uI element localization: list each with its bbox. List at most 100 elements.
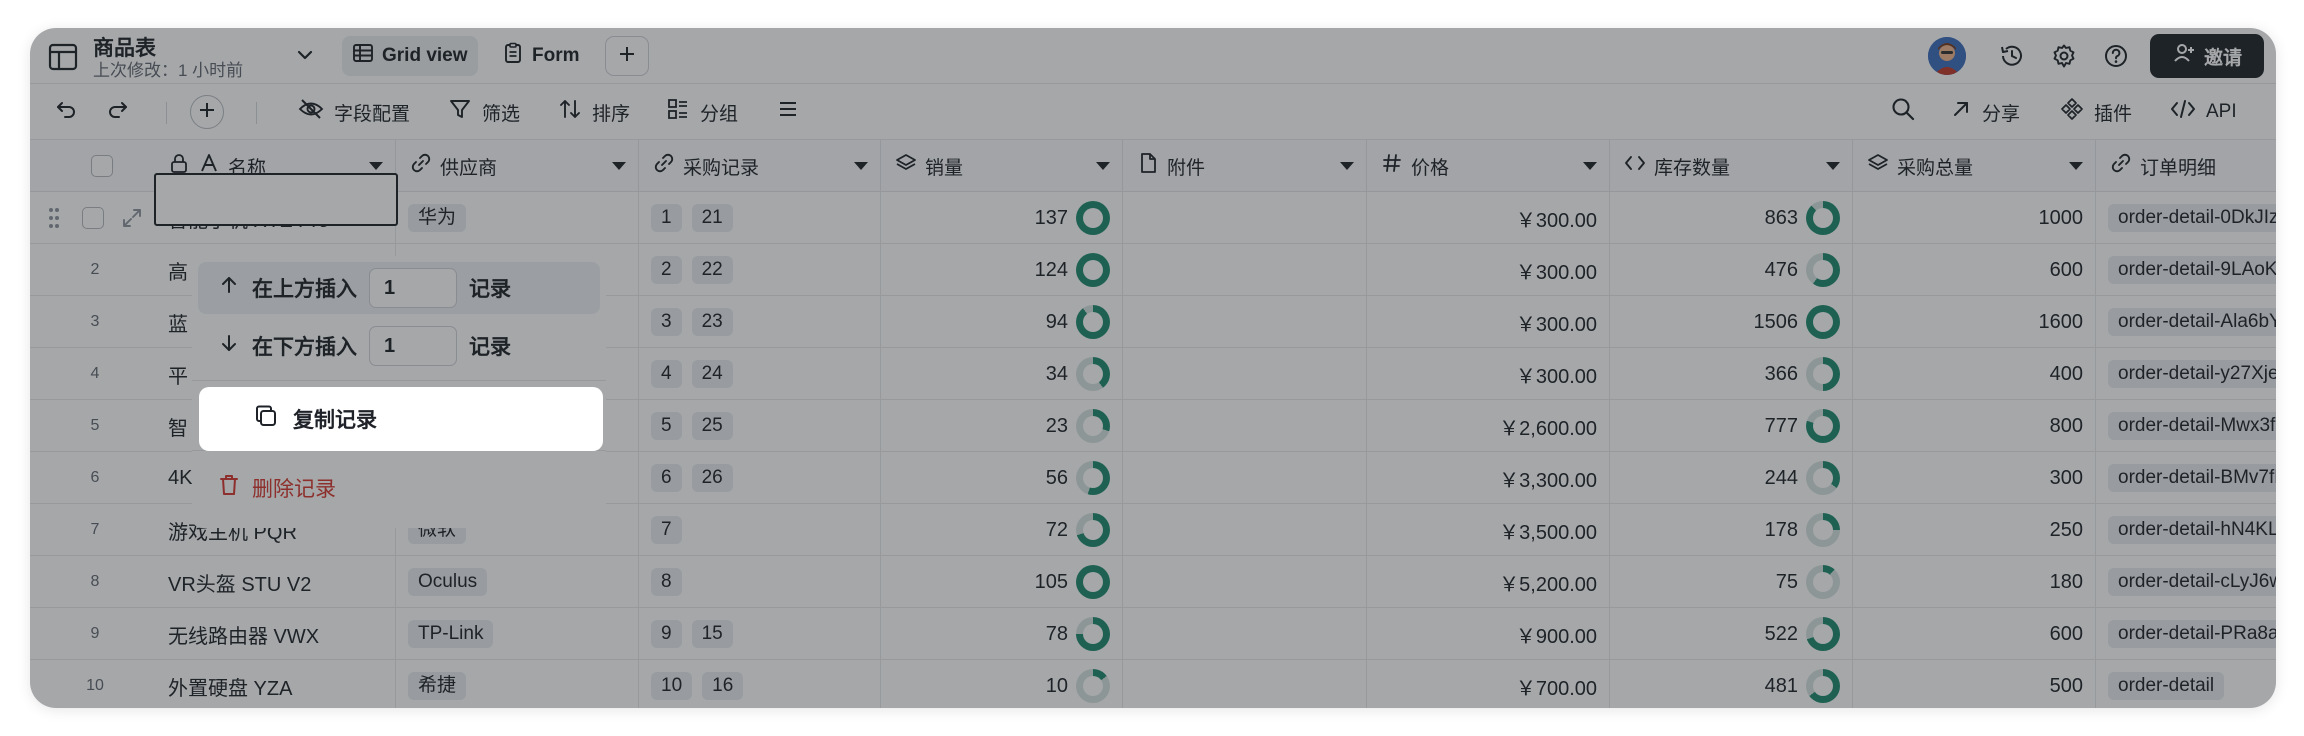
table-row[interactable]: 10 外置硬盘 YZA 希捷 10 16 10 ￥700.00 481 500 order-det…: [30, 660, 2276, 708]
sales-cell[interactable]: 56: [881, 452, 1123, 504]
attachment-cell[interactable]: [1123, 608, 1367, 660]
total-cell[interactable]: 1600: [1853, 296, 2096, 348]
stock-cell[interactable]: 863: [1610, 192, 1853, 244]
order-cell[interactable]: order-detail-BMv7fE: [2096, 452, 2276, 504]
sales-cell[interactable]: 72: [881, 504, 1123, 556]
name-cell[interactable]: VR头盔 STU V2: [154, 556, 396, 608]
stock-cell[interactable]: 244: [1610, 452, 1853, 504]
records-cell[interactable]: 9 15: [639, 608, 881, 660]
price-cell[interactable]: ￥900.00: [1367, 608, 1610, 660]
row-height-button[interactable]: [776, 96, 800, 128]
chevron-down-icon[interactable]: [1583, 162, 1597, 170]
chevron-down-icon[interactable]: [369, 162, 383, 170]
chevron-down-icon[interactable]: [1096, 162, 1110, 170]
order-cell[interactable]: order-detail-y27Xje: [2096, 348, 2276, 400]
gear-icon[interactable]: [2048, 40, 2080, 72]
add-record-button[interactable]: [190, 95, 224, 129]
delete-record-item[interactable]: 删除记录: [198, 462, 600, 514]
price-cell[interactable]: ￥300.00: [1367, 296, 1610, 348]
redo-button[interactable]: [106, 96, 130, 128]
chevron-down-icon[interactable]: [1826, 162, 1840, 170]
insert-below-count-input[interactable]: 1: [369, 326, 457, 366]
records-cell[interactable]: 7: [639, 504, 881, 556]
column-header[interactable]: 价格: [1367, 140, 1610, 192]
stock-cell[interactable]: 1506: [1610, 296, 1853, 348]
copy-record-item[interactable]: 复制记录: [199, 387, 603, 451]
column-header[interactable]: 采购记录: [639, 140, 881, 192]
order-cell[interactable]: order-detail-cLyJ6w: [2096, 556, 2276, 608]
plugins-button[interactable]: 插件: [2060, 96, 2132, 128]
attachment-cell[interactable]: [1123, 452, 1367, 504]
sales-cell[interactable]: 23: [881, 400, 1123, 452]
drag-handle-icon[interactable]: [48, 205, 60, 236]
chevron-down-icon[interactable]: [2069, 162, 2083, 170]
field-config-button[interactable]: 字段配置: [298, 96, 410, 128]
stock-cell[interactable]: 178: [1610, 504, 1853, 556]
share-button[interactable]: 分享: [1950, 96, 2020, 128]
records-cell[interactable]: 8: [639, 556, 881, 608]
attachment-cell[interactable]: [1123, 244, 1367, 296]
attachment-cell[interactable]: [1123, 504, 1367, 556]
records-cell[interactable]: 10 16: [639, 660, 881, 708]
sales-cell[interactable]: 78: [881, 608, 1123, 660]
sales-cell[interactable]: 94: [881, 296, 1123, 348]
chevron-down-icon[interactable]: [612, 162, 626, 170]
total-cell[interactable]: 600: [1853, 244, 2096, 296]
order-cell[interactable]: order-detail-Ala6bY: [2096, 296, 2276, 348]
column-header[interactable]: 订单明细: [2096, 140, 2276, 192]
expand-icon[interactable]: [120, 206, 144, 235]
attachment-cell[interactable]: [1123, 192, 1367, 244]
insert-above-item[interactable]: 在上方插入 1 记录: [198, 262, 600, 314]
total-cell[interactable]: 180: [1853, 556, 2096, 608]
supplier-cell[interactable]: 华为: [396, 192, 639, 244]
chevron-down-icon[interactable]: [854, 162, 868, 170]
stock-cell[interactable]: 777: [1610, 400, 1853, 452]
price-cell[interactable]: ￥300.00: [1367, 348, 1610, 400]
stock-cell[interactable]: 481: [1610, 660, 1853, 708]
name-cell[interactable]: 外置硬盘 YZA: [154, 660, 396, 708]
search-button[interactable]: [1890, 96, 1916, 128]
supplier-cell[interactable]: 希捷: [396, 660, 639, 708]
group-button[interactable]: 分组: [666, 96, 738, 128]
total-cell[interactable]: 400: [1853, 348, 2096, 400]
order-cell[interactable]: order-detail: [2096, 660, 2276, 708]
total-cell[interactable]: 300: [1853, 452, 2096, 504]
total-cell[interactable]: 250: [1853, 504, 2096, 556]
attachment-cell[interactable]: [1123, 296, 1367, 348]
api-button[interactable]: API: [2170, 96, 2237, 128]
records-cell[interactable]: 2 22: [639, 244, 881, 296]
price-cell[interactable]: ￥300.00: [1367, 192, 1610, 244]
price-cell[interactable]: ￥5,200.00: [1367, 556, 1610, 608]
table-row[interactable]: 9 无线路由器 VWX TP-Link 9 15 78 ￥900.00 522 600 order…: [30, 608, 2276, 660]
history-icon[interactable]: [1996, 40, 2028, 72]
undo-button[interactable]: [54, 96, 78, 128]
records-cell[interactable]: 4 24: [639, 348, 881, 400]
sales-cell[interactable]: 105: [881, 556, 1123, 608]
sales-cell[interactable]: 137: [881, 192, 1123, 244]
column-header[interactable]: 供应商: [396, 140, 639, 192]
column-header[interactable]: 采购总量: [1853, 140, 2096, 192]
chevron-down-icon[interactable]: [294, 44, 316, 66]
column-header[interactable]: 附件: [1123, 140, 1367, 192]
column-header[interactable]: 销量: [881, 140, 1123, 192]
sales-cell[interactable]: 10: [881, 660, 1123, 708]
total-cell[interactable]: 800: [1853, 400, 2096, 452]
price-cell[interactable]: ￥3,300.00: [1367, 452, 1610, 504]
insert-above-count-input[interactable]: 1: [369, 268, 457, 308]
help-icon[interactable]: [2100, 40, 2132, 72]
avatar[interactable]: [1928, 37, 1966, 75]
records-cell[interactable]: 1 21: [639, 192, 881, 244]
chevron-down-icon[interactable]: [1340, 162, 1354, 170]
select-all-checkbox[interactable]: [91, 155, 113, 177]
total-cell[interactable]: 1000: [1853, 192, 2096, 244]
attachment-cell[interactable]: [1123, 348, 1367, 400]
order-cell[interactable]: order-detail-9LAoK: [2096, 244, 2276, 296]
total-cell[interactable]: 600: [1853, 608, 2096, 660]
tab-grid-view[interactable]: Grid view: [342, 36, 478, 76]
sales-cell[interactable]: 124: [881, 244, 1123, 296]
sales-cell[interactable]: 34: [881, 348, 1123, 400]
column-header[interactable]: 库存数量: [1610, 140, 1853, 192]
records-cell[interactable]: 6 26: [639, 452, 881, 504]
row-checkbox[interactable]: [82, 207, 104, 229]
price-cell[interactable]: ￥3,500.00: [1367, 504, 1610, 556]
